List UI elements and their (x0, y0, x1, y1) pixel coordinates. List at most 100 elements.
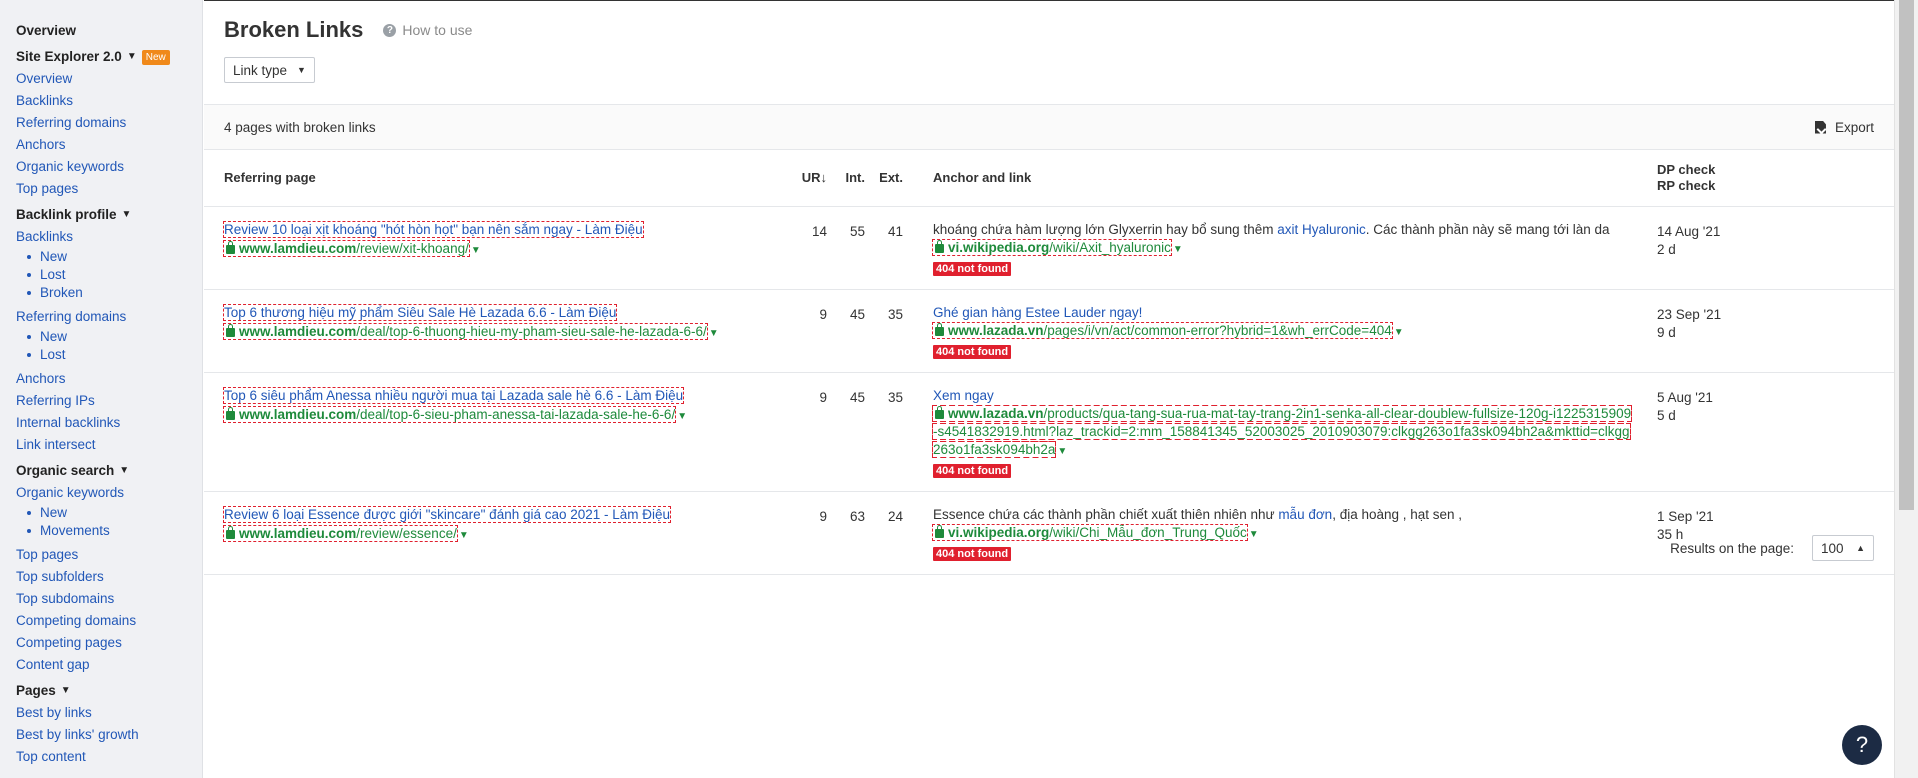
target-url-link[interactable]: vi.wikipedia.org/wiki/Axit_hyaluronic (932, 238, 1172, 256)
target-url-link[interactable]: vi.wikipedia.org/wiki/Chi_Mẫu_đơn_Trung_… (932, 523, 1248, 541)
referring-page-cell: Top 6 siêu phẩm Anessa nhiều người mua t… (204, 372, 784, 492)
referring-page-url-link[interactable]: www.lamdieu.com/review/xit-khoang/ (223, 239, 470, 257)
new-badge: New (141, 49, 170, 65)
sidebar-item-se-anchors[interactable]: Anchors (16, 134, 202, 156)
sidebar-item-link-intersect[interactable]: Link intersect (16, 434, 202, 456)
sidebar-item-top-subfolders[interactable]: Top subfolders (16, 566, 202, 588)
sidebar-subitem-refdomains-new[interactable]: New (16, 328, 202, 346)
col-anchor-and-link[interactable]: Anchor and link (908, 150, 1633, 207)
chevron-down-icon[interactable]: ▼ (677, 411, 687, 422)
url-path: /wiki/Axit_hyaluronic (1049, 239, 1171, 255)
chevron-down-icon[interactable]: ▼ (1057, 446, 1067, 457)
sidebar-item-se-organic-keywords[interactable]: Organic keywords (16, 156, 202, 178)
sidebar-item-top-pages[interactable]: Top pages (16, 544, 202, 566)
subitem-label: Lost (40, 267, 66, 282)
anchor-link-text: Ghé gian hàng Estee Lauder ngay! (933, 304, 1143, 320)
referring-page-title-link[interactable]: Top 6 thương hiệu mỹ phẩm Siêu Sale Hè L… (222, 303, 618, 321)
sidebar-item-referring-ips[interactable]: Referring IPs (16, 390, 202, 412)
sidebar-item-internal-backlinks[interactable]: Internal backlinks (16, 412, 202, 434)
chevron-down-icon[interactable]: ▼ (709, 328, 719, 339)
sidebar-item-organic-keywords[interactable]: Organic keywords (16, 482, 202, 504)
sidebar-item-se-backlinks[interactable]: Backlinks (16, 90, 202, 112)
sidebar-item-content-gap[interactable]: Content gap (16, 654, 202, 676)
target-url-link[interactable]: www.lazada.vn/products/qua-tang-sua-rua-… (931, 404, 1633, 458)
url-domain: www.lamdieu.com (239, 323, 357, 339)
sidebar-item-referring-domains[interactable]: Referring domains (16, 306, 202, 328)
referring-page-title-link[interactable]: Top 6 siêu phẩm Anessa nhiều người mua t… (222, 386, 685, 404)
bullet-icon (27, 255, 31, 259)
bullet-icon (27, 273, 31, 277)
scrollbar-thumb[interactable] (1899, 0, 1914, 510)
organic-search-heading[interactable]: Organic search ▼ (16, 460, 202, 482)
sidebar-item-se-top-pages[interactable]: Top pages (16, 178, 202, 200)
sidebar: Overview Site Explorer 2.0 ▼ New Overvie… (0, 0, 203, 778)
referring-page-url-link[interactable]: www.lamdieu.com/review/essence/ (223, 524, 458, 542)
col-ur[interactable]: UR↓ (784, 150, 832, 207)
sidebar-subitem-keywords-movements[interactable]: Movements (16, 522, 202, 540)
how-to-use-link[interactable]: ? How to use (383, 22, 472, 38)
anchor-cell: Essence chứa các thành phần chiết xuất t… (908, 491, 1633, 575)
check-cell: 14 Aug '21 2 d (1633, 206, 1894, 290)
referring-page-title-link[interactable]: Review 10 loại xịt khoáng "hót hòn họt" … (223, 220, 644, 238)
backlink-profile-heading[interactable]: Backlink profile ▼ (16, 204, 202, 226)
referring-page-title-link[interactable]: Review 6 loại Essence được giới "skincar… (222, 505, 672, 523)
sidebar-item-top-subdomains[interactable]: Top subdomains (16, 588, 202, 610)
anchor-link-text: axit Hyaluronic (1277, 221, 1366, 237)
col-referring-page[interactable]: Referring page (204, 150, 784, 207)
sidebar-overview[interactable]: Overview (16, 20, 202, 42)
chevron-down-icon[interactable]: ▼ (471, 245, 481, 256)
table-row: Review 10 loại xịt khoáng "hót hòn họt" … (204, 206, 1894, 290)
target-url-link[interactable]: www.lazada.vn/pages/i/vn/act/common-erro… (932, 321, 1393, 339)
sidebar-subitem-backlinks-new[interactable]: New (16, 248, 202, 266)
url-domain: www.lazada.vn (948, 405, 1044, 421)
url-path: /review/essence/ (356, 525, 457, 541)
anchor-pre: khoáng chứa hàm lượng lớn Glyxerrin hay … (933, 221, 1278, 237)
sidebar-subitem-refdomains-lost[interactable]: Lost (16, 346, 202, 364)
export-button[interactable]: Export (1814, 119, 1874, 135)
table-row: Review 6 loại Essence được giới "skincar… (204, 491, 1894, 575)
chevron-up-icon: ▲ (1856, 543, 1865, 553)
sidebar-item-se-overview[interactable]: Overview (16, 68, 202, 90)
chevron-down-icon[interactable]: ▼ (1173, 244, 1183, 255)
site-explorer-heading[interactable]: Site Explorer 2.0 ▼ New (16, 46, 202, 68)
lock-icon (935, 322, 944, 336)
results-per-page-select[interactable]: 100 ▲ (1812, 535, 1874, 561)
sidebar-item-competing-domains[interactable]: Competing domains (16, 610, 202, 632)
rp-check-value: 9 d (1657, 324, 1676, 340)
sidebar-item-se-referring-domains[interactable]: Referring domains (16, 112, 202, 134)
sidebar-item-anchors[interactable]: Anchors (16, 368, 202, 390)
sidebar-item-backlinks[interactable]: Backlinks (16, 226, 202, 248)
scrollbar[interactable] (1894, 0, 1918, 778)
backlink-profile-label: Backlink profile (16, 207, 117, 222)
sidebar-item-best-by-links[interactable]: Best by links (16, 702, 202, 724)
url-path: /deal/top-6-thuong-hieu-my-pham-sieu-sal… (356, 323, 707, 339)
chevron-down-icon[interactable]: ▼ (459, 530, 469, 541)
pages-heading[interactable]: Pages ▼ (16, 680, 202, 702)
anchor-text: Essence chứa các thành phần chiết xuất t… (933, 506, 1633, 524)
sidebar-subitem-backlinks-lost[interactable]: Lost (16, 266, 202, 284)
chevron-down-icon[interactable]: ▼ (1249, 529, 1259, 540)
help-button[interactable]: ? (1842, 725, 1882, 765)
url-domain: vi.wikipedia.org (948, 524, 1050, 540)
chevron-down-icon[interactable]: ▼ (1394, 327, 1404, 338)
referring-page-url-link[interactable]: www.lamdieu.com/deal/top-6-thuong-hieu-m… (223, 322, 708, 340)
anchor-cell: khoáng chứa hàm lượng lớn Glyxerrin hay … (908, 206, 1633, 290)
sidebar-subitem-backlinks-broken[interactable]: Broken (16, 284, 202, 302)
col-int[interactable]: Int. (832, 150, 870, 207)
referring-page-url-link[interactable]: www.lamdieu.com/deal/top-6-sieu-pham-ane… (222, 405, 677, 423)
site-explorer-label: Site Explorer 2.0 (16, 49, 122, 64)
col-dp-rp-check[interactable]: DP check RP check (1633, 150, 1894, 207)
sidebar-item-competing-pages[interactable]: Competing pages (16, 632, 202, 654)
subitem-label: New (40, 505, 68, 520)
sidebar-item-best-by-links-growth[interactable]: Best by links' growth (16, 724, 202, 746)
lock-icon (226, 406, 235, 420)
export-label: Export (1834, 119, 1874, 135)
link-type-dropdown[interactable]: Link type ▼ (224, 57, 315, 83)
sidebar-item-top-content[interactable]: Top content (16, 746, 202, 768)
url-domain: vi.wikipedia.org (948, 239, 1050, 255)
col-ext[interactable]: Ext. (870, 150, 908, 207)
summary-bar: 4 pages with broken links Export (204, 104, 1894, 150)
sidebar-subitem-keywords-new[interactable]: New (16, 504, 202, 522)
anchor-pre: Essence chứa các thành phần chiết xuất t… (933, 506, 1279, 522)
table-header-row: Referring page UR↓ Int. Ext. Anchor and … (204, 150, 1894, 207)
